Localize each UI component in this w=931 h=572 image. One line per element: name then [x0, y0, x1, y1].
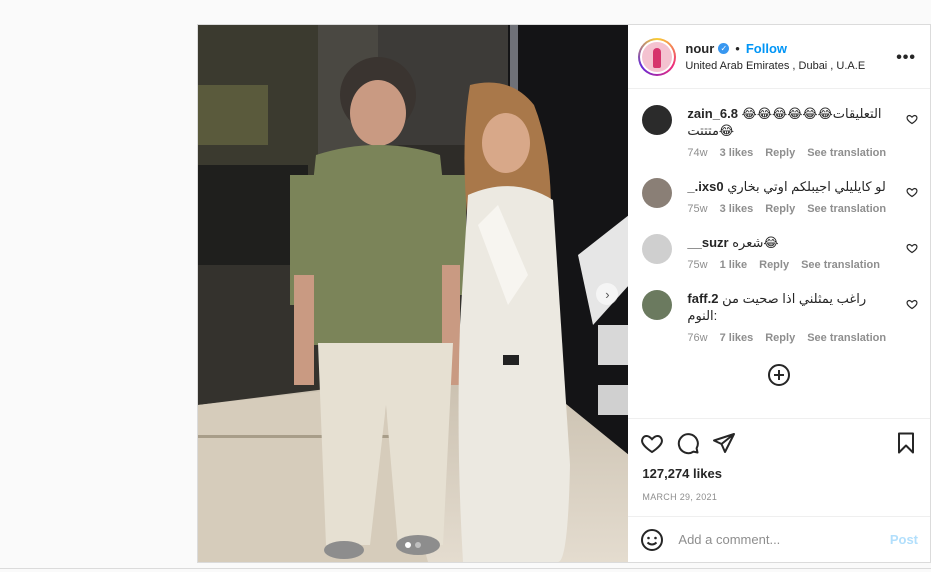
comment-item: zain_6.8 التعليقات😂😂😂😂😂😂 متتتت😂 74w 3 li… — [642, 105, 918, 159]
comment-likes[interactable]: 1 like — [720, 259, 748, 271]
comment-heart-icon[interactable] — [906, 298, 918, 310]
comments-list: zain_6.8 التعليقات😂😂😂😂😂😂 متتتت😂 74w 3 li… — [628, 89, 930, 418]
reply-button[interactable]: Reply — [765, 203, 795, 215]
comment-avatar[interactable] — [642, 290, 673, 320]
comment-username[interactable]: __suzr — [687, 235, 728, 250]
avatar[interactable] — [638, 37, 677, 76]
comment-time[interactable]: 74w — [687, 147, 707, 159]
carousel-dot-active — [405, 542, 412, 548]
comment-text-line: _.ixs0 لو كايليلي اجيبلكم اوتي بخاري — [687, 178, 896, 195]
comment-time[interactable]: 75w — [687, 203, 707, 215]
header-text: nour ✓ • Follow United Arab Emirates , D… — [685, 41, 865, 72]
post-modal: › nour ✓ • Follow United Arab Emirates ,… — [197, 24, 931, 563]
avatar-image — [642, 41, 673, 72]
comment-meta: 74w 3 likes Reply See translation — [687, 147, 896, 159]
comment-item: faff.2 راغب يمثلني اذا صحيت من النوم: 76… — [642, 290, 918, 344]
action-bar — [628, 418, 930, 466]
page: › nour ✓ • Follow United Arab Emirates ,… — [0, 0, 931, 572]
photo-illustration — [198, 25, 629, 562]
more-options-icon[interactable]: ••• — [896, 49, 916, 67]
post-side-panel: nour ✓ • Follow United Arab Emirates , D… — [628, 25, 930, 562]
comment-item: __suzr شعره😂 75w 1 like Reply See transl… — [642, 234, 918, 271]
comment-heart-icon[interactable] — [906, 242, 918, 254]
see-translation-button[interactable]: See translation — [807, 203, 886, 215]
post-date[interactable]: MARCH 29, 2021 — [628, 486, 930, 516]
comment-meta: 76w 7 likes Reply See translation — [687, 332, 896, 344]
post-comment-button[interactable]: Post — [890, 532, 918, 547]
share-icon[interactable] — [712, 431, 736, 455]
comment-icon[interactable] — [676, 431, 700, 455]
comment-text-line: __suzr شعره😂 — [687, 234, 896, 251]
comment-text-line: zain_6.8 التعليقات😂😂😂😂😂😂 متتتت😂 — [687, 105, 896, 139]
comment-username[interactable]: faff.2 — [687, 291, 718, 306]
see-translation-button[interactable]: See translation — [801, 259, 880, 271]
bookmark-icon[interactable] — [894, 431, 918, 455]
comment-meta: 75w 3 likes Reply See translation — [687, 203, 896, 215]
comment-avatar[interactable] — [642, 178, 673, 208]
emoji-icon[interactable] — [640, 528, 664, 552]
see-translation-button[interactable]: See translation — [807, 147, 886, 159]
comment-text: شعره😂 — [732, 235, 779, 250]
comment-likes[interactable]: 3 likes — [720, 147, 754, 159]
see-translation-button[interactable]: See translation — [807, 332, 886, 344]
comment-text: لو كايليلي اجيبلكم اوتي بخاري — [727, 179, 886, 194]
carousel-dot — [415, 542, 422, 548]
comment-time[interactable]: 76w — [687, 332, 707, 344]
add-comment-input[interactable] — [678, 532, 890, 547]
comment-likes[interactable]: 3 likes — [720, 203, 754, 215]
verified-badge-icon: ✓ — [718, 43, 730, 54]
comment-time[interactable]: 75w — [687, 259, 707, 271]
follow-button[interactable]: Follow — [746, 41, 787, 56]
carousel-dots — [405, 542, 422, 548]
reply-button[interactable]: Reply — [765, 332, 795, 344]
comment-username[interactable]: _.ixs0 — [687, 179, 723, 194]
reply-button[interactable]: Reply — [759, 259, 789, 271]
comment-heart-icon[interactable] — [906, 186, 918, 198]
load-more-icon[interactable] — [767, 363, 791, 387]
comment-avatar[interactable] — [642, 105, 673, 135]
add-comment-bar: Post — [628, 516, 930, 562]
chevron-right-icon: › — [605, 286, 610, 302]
comment-meta: 75w 1 like Reply See translation — [687, 259, 896, 271]
comment-username[interactable]: zain_6.8 — [687, 106, 738, 121]
comment-item: _.ixs0 لو كايليلي اجيبلكم اوتي بخاري 75w… — [642, 178, 918, 215]
heart-icon[interactable] — [640, 431, 664, 455]
reply-button[interactable]: Reply — [765, 147, 795, 159]
divider — [0, 568, 931, 569]
post-header: nour ✓ • Follow United Arab Emirates , D… — [628, 25, 930, 89]
separator-dot: • — [735, 41, 740, 56]
post-photo[interactable]: › — [198, 25, 629, 562]
location-link[interactable]: United Arab Emirates , Dubai , U.A.E — [685, 60, 865, 72]
comment-text-line: faff.2 راغب يمثلني اذا صحيت من النوم: — [687, 290, 896, 324]
comment-avatar[interactable] — [642, 234, 673, 264]
likes-count[interactable]: 127,274 likes — [628, 466, 930, 486]
comment-likes[interactable]: 7 likes — [720, 332, 754, 344]
comment-heart-icon[interactable] — [906, 113, 918, 125]
username-link[interactable]: nour — [685, 41, 714, 56]
